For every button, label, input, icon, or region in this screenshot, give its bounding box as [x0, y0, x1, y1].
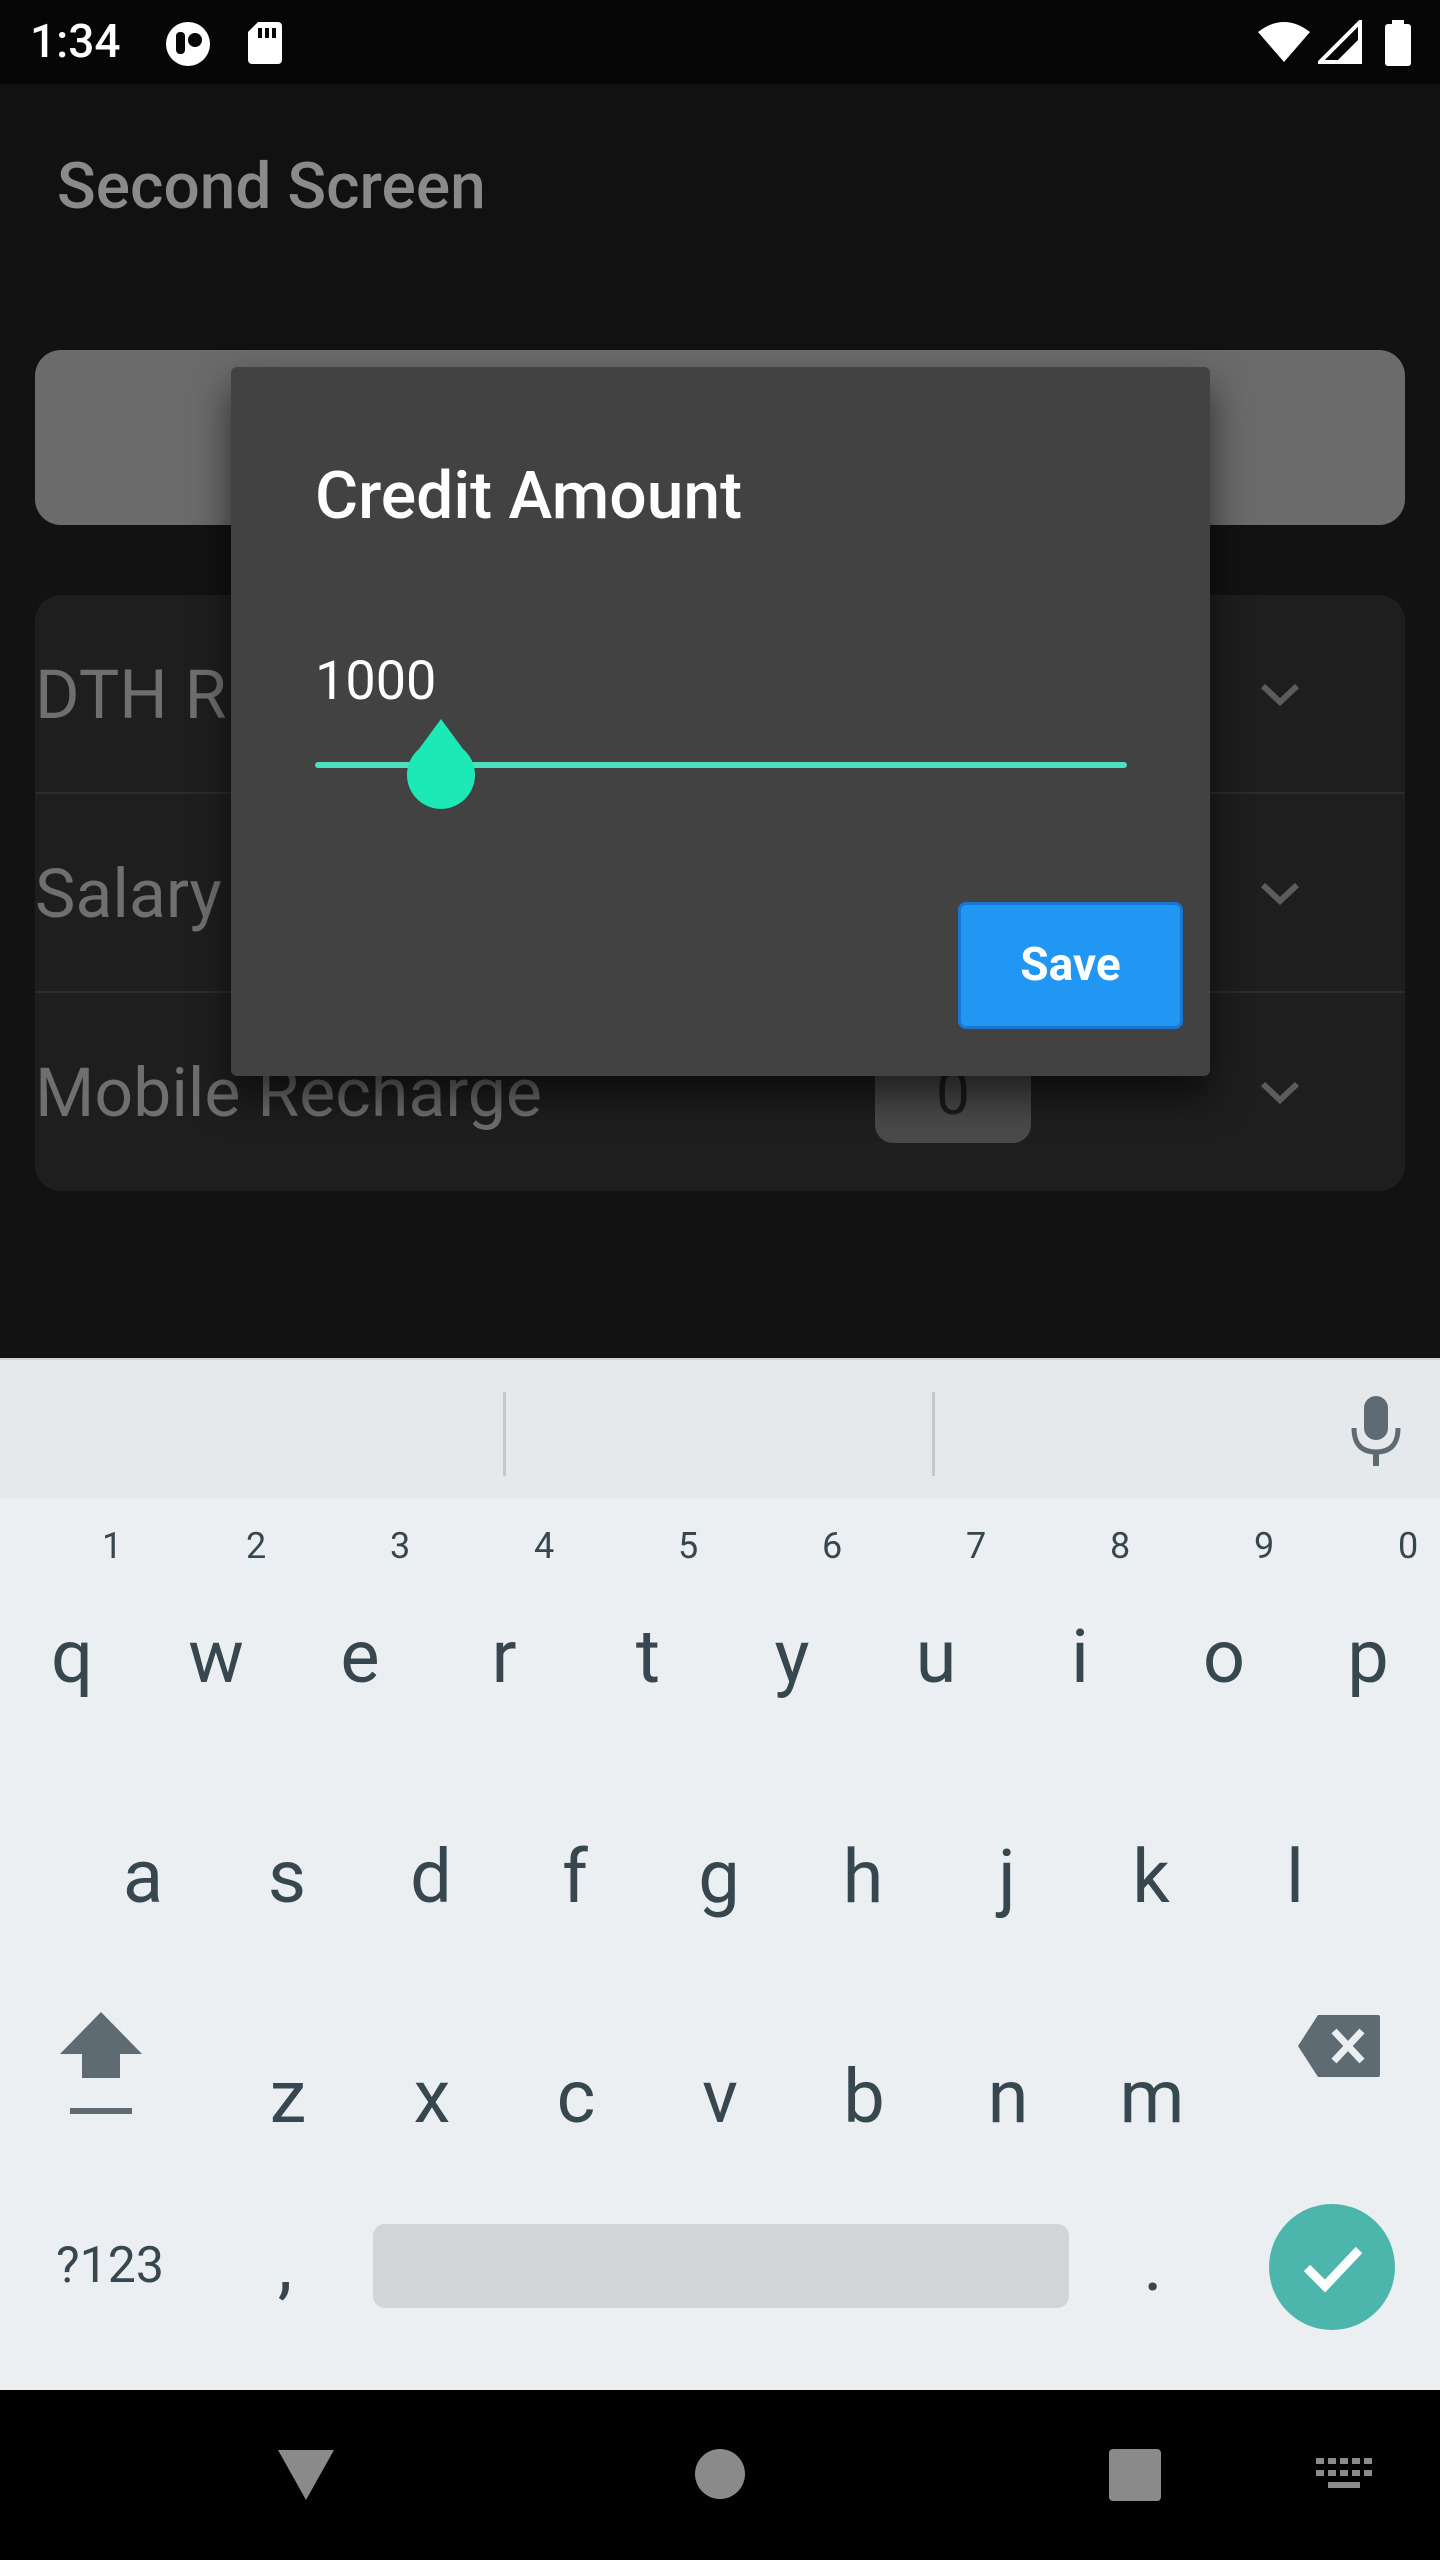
wifi-icon: [1258, 22, 1310, 62]
home-icon[interactable]: [694, 2448, 746, 2500]
slider-value: 1000: [315, 650, 437, 713]
checkmark-icon: [1303, 2246, 1363, 2293]
comma-key[interactable]: ,: [240, 2216, 330, 2316]
backspace-icon[interactable]: [1296, 2013, 1382, 2079]
chevron-down-icon[interactable]: [1255, 1068, 1305, 1118]
key-hint-6: 6: [822, 1525, 843, 1567]
battery-icon: [1385, 20, 1411, 66]
key-u[interactable]: u: [876, 1608, 996, 1708]
key-n[interactable]: n: [948, 2048, 1068, 2148]
key-l[interactable]: l: [1235, 1828, 1355, 1928]
key-hint-4: 4: [534, 1525, 555, 1567]
key-f[interactable]: f: [515, 1828, 635, 1928]
list-item-label: Salary: [35, 854, 222, 934]
slider-thumb[interactable]: [401, 717, 481, 817]
list-item-label: DTH R: [35, 655, 227, 735]
key-j[interactable]: j: [947, 1828, 1067, 1928]
period-key[interactable]: .: [1108, 2216, 1198, 2316]
key-s[interactable]: s: [227, 1828, 347, 1928]
key-q[interactable]: q: [12, 1608, 132, 1708]
cell-signal-icon: [1318, 20, 1362, 64]
shift-icon[interactable]: [58, 2008, 144, 2118]
status-time: 1:34: [30, 15, 121, 69]
key-z[interactable]: z: [228, 2048, 348, 2148]
key-hint-9: 9: [1254, 1525, 1275, 1567]
status-bar: 1:34: [0, 0, 1440, 84]
key-p[interactable]: p: [1308, 1608, 1428, 1708]
navigation-bar: [0, 2390, 1440, 2560]
chevron-down-icon[interactable]: [1255, 670, 1305, 720]
key-hint-8: 8: [1110, 1525, 1131, 1567]
key-a[interactable]: a: [83, 1828, 203, 1928]
key-x[interactable]: x: [372, 2048, 492, 2148]
key-w[interactable]: w: [156, 1608, 276, 1708]
enter-key[interactable]: [1269, 2204, 1395, 2330]
key-i[interactable]: i: [1020, 1608, 1140, 1708]
soft-keyboard: ?123 , . q 1w 2e 3r 4t 5y 6u 7i 8o 9p 0 asdfghjkl zx…: [0, 1358, 1440, 2390]
key-c[interactable]: c: [516, 2048, 636, 2148]
suggestion-divider: [932, 1392, 935, 1476]
microphone-icon[interactable]: [1350, 1394, 1402, 1468]
suggestion-strip: [0, 1358, 1440, 1498]
key-h[interactable]: h: [803, 1828, 923, 1928]
suggestion-divider: [503, 1392, 506, 1476]
key-b[interactable]: b: [804, 2048, 924, 2148]
key-d[interactable]: d: [371, 1828, 491, 1928]
key-y[interactable]: y: [732, 1608, 852, 1708]
app-notification-icon: [166, 22, 210, 66]
key-t[interactable]: t: [588, 1608, 708, 1708]
sd-card-icon: [248, 22, 282, 64]
key-o[interactable]: o: [1164, 1608, 1284, 1708]
key-v[interactable]: v: [660, 2048, 780, 2148]
key-hint-1: 1: [102, 1525, 123, 1567]
key-r[interactable]: r: [444, 1608, 564, 1708]
spacebar[interactable]: [373, 2224, 1069, 2308]
chevron-down-icon[interactable]: [1255, 869, 1305, 919]
key-hint-2: 2: [246, 1525, 267, 1567]
save-button[interactable]: Save: [958, 902, 1183, 1029]
key-hint-7: 7: [966, 1525, 987, 1567]
page-title: Second Screen: [57, 149, 486, 224]
recents-icon[interactable]: [1108, 2448, 1162, 2502]
app-bar: Second Screen: [0, 84, 1440, 280]
back-icon[interactable]: [276, 2446, 336, 2502]
credit-amount-dialog: Credit Amount 1000 Save: [231, 367, 1210, 1076]
key-k[interactable]: k: [1091, 1828, 1211, 1928]
key-hint-0: 0: [1398, 1525, 1419, 1567]
key-g[interactable]: g: [659, 1828, 779, 1928]
key-hint-3: 3: [390, 1525, 411, 1567]
key-hint-5: 5: [678, 1525, 699, 1567]
symbols-key[interactable]: ?123: [40, 2216, 180, 2316]
key-e[interactable]: e: [300, 1608, 420, 1708]
keyboard-switch-icon[interactable]: [1316, 2458, 1372, 2492]
key-m[interactable]: m: [1092, 2048, 1212, 2148]
dialog-title: Credit Amount: [315, 458, 743, 535]
